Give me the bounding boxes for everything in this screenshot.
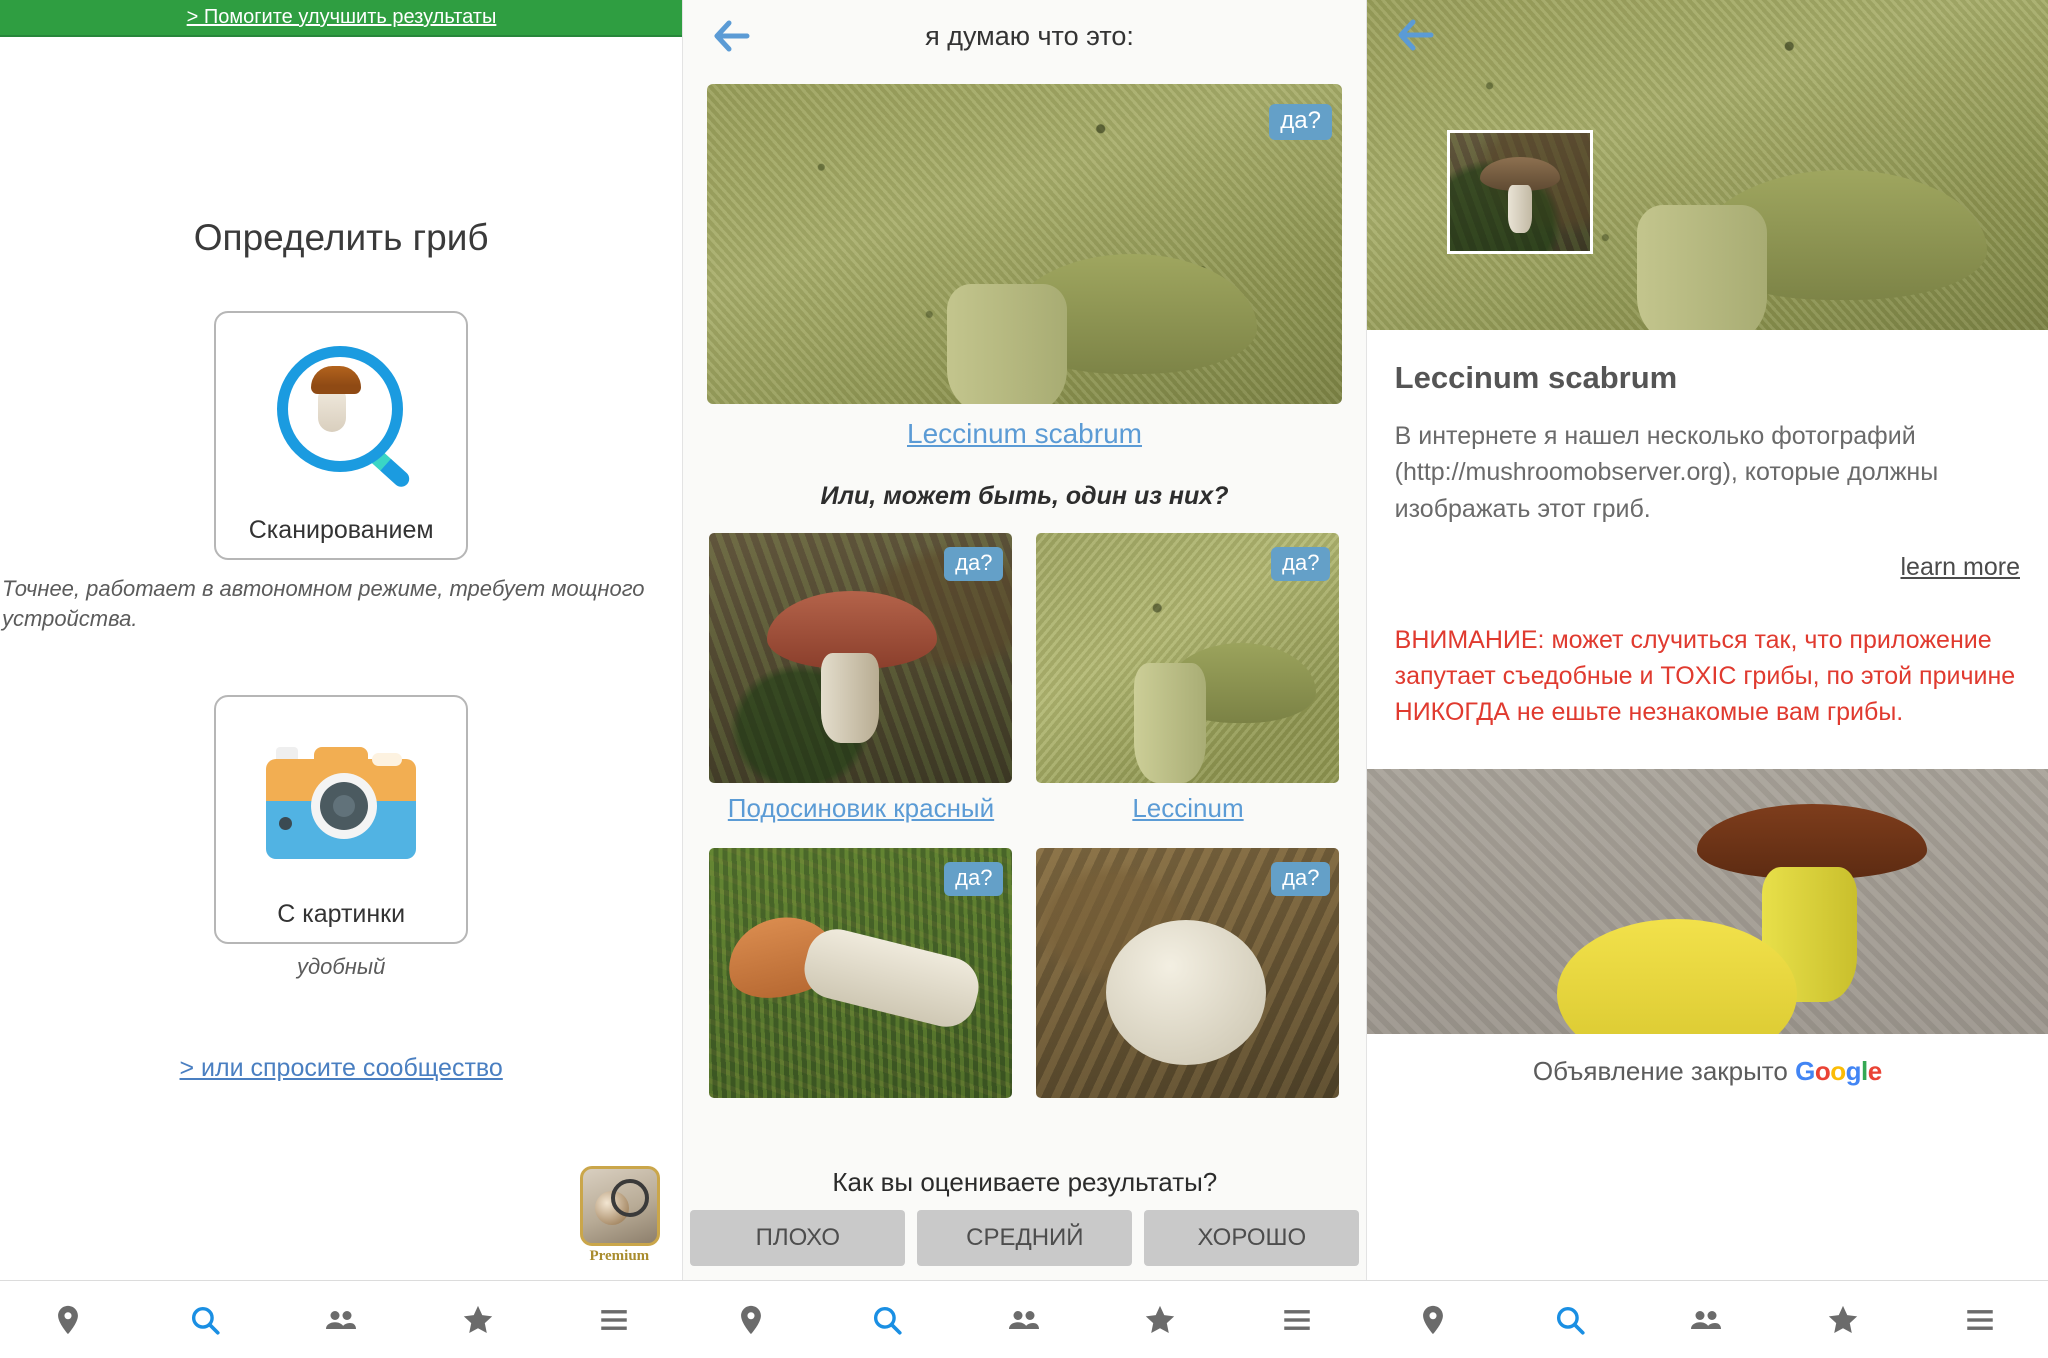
suggestion-panel: я думаю что это: да? Leccinum scabrum Ил… (683, 0, 1367, 1280)
rating-section: Как вы оцениваете результаты? ПЛОХО СРЕД… (683, 1157, 1366, 1280)
details-panel: Leccinum scabrum В интернете я нашел нес… (1366, 0, 2048, 1280)
star-icon[interactable] (443, 1290, 513, 1350)
species-description: В интернете я нашел несколько фотографий… (1394, 422, 1939, 523)
candidate-caption-link[interactable]: Подосиновик красный (709, 793, 1012, 824)
ad-closed-text: Объявление закрыто (1532, 1055, 1788, 1086)
rating-buttons: ПЛОХО СРЕДНИЙ ХОРОШО (683, 1210, 1365, 1266)
hero-yes-badge[interactable]: да? (1269, 104, 1332, 140)
rating-medium-button[interactable]: СРЕДНИЙ (917, 1210, 1133, 1266)
picture-option-note: удобный (297, 954, 386, 980)
candidate-photo[interactable]: да? (709, 533, 1013, 783)
back-arrow-icon[interactable] (707, 13, 753, 59)
rating-question: Как вы оцениваете результаты? (832, 1167, 1218, 1197)
candidate-photo[interactable]: да? (1036, 533, 1340, 783)
location-pin-icon[interactable] (1398, 1290, 1468, 1350)
star-icon[interactable] (1808, 1290, 1878, 1350)
navbar-group (0, 1281, 683, 1358)
ad-closed-note: Объявление закрыто Google (1367, 1034, 2048, 1087)
candidate-item: да? (1036, 848, 1340, 1098)
google-logo: Google (1795, 1055, 1882, 1086)
details-body: Leccinum scabrum В интернете я нашел нес… (1367, 330, 2048, 731)
candidate-yes-badge[interactable]: да? (944, 547, 1004, 581)
premium-badge[interactable]: Premium (580, 1166, 661, 1265)
suggestion-title: я думаю что это: (925, 20, 1134, 51)
menu-icon[interactable] (1262, 1290, 1332, 1350)
picture-option-label: С картинки (277, 900, 406, 929)
location-pin-icon[interactable] (33, 1290, 103, 1350)
star-icon[interactable] (1125, 1290, 1195, 1350)
mushroom-thumbnail[interactable] (1446, 130, 1593, 254)
ask-community-link[interactable]: > или спросите сообщество (0, 1054, 682, 1083)
navbar-group (683, 1281, 1366, 1358)
camera-icon (216, 715, 466, 885)
menu-icon[interactable] (579, 1290, 649, 1350)
navbar-group (1365, 1281, 2048, 1358)
search-icon[interactable] (170, 1290, 240, 1350)
menu-icon[interactable] (1945, 1290, 2015, 1350)
alternatives-prompt: Или, может быть, один из них? (820, 482, 1229, 510)
picture-option-card[interactable]: С картинки (214, 695, 469, 945)
candidate-item: да? (709, 848, 1013, 1098)
panels-row: > Помогите улучшить результаты Определит… (0, 0, 2048, 1280)
app-root: > Помогите улучшить результаты Определит… (0, 0, 2048, 1358)
candidate-photo[interactable]: да? (1036, 848, 1340, 1098)
learn-more-link[interactable]: learn more (1395, 553, 2020, 582)
search-icon[interactable] (852, 1290, 922, 1350)
hero-species-link[interactable]: Leccinum scabrum (683, 418, 1365, 450)
scan-option-card[interactable]: Сканированием (214, 311, 469, 560)
people-icon[interactable] (306, 1290, 376, 1350)
details-hero-photo (1366, 0, 2048, 330)
improve-results-link[interactable]: > Помогите улучшить результаты (187, 6, 497, 29)
premium-label: Premium (589, 1248, 650, 1264)
candidates-grid: да? Подосиновик красный да? Leccinum да?… (683, 533, 1365, 1098)
improve-results-banner[interactable]: > Помогите улучшить результаты (0, 0, 683, 37)
magnifier-mushroom-icon (216, 331, 466, 501)
species-title: Leccinum scabrum (1394, 360, 1678, 395)
people-icon[interactable] (989, 1290, 1059, 1350)
candidate-yes-badge[interactable]: да? (944, 862, 1004, 896)
toxicity-warning: ВНИМАНИЕ: может случиться так, что прило… (1394, 625, 2016, 727)
candidate-photo[interactable]: да? (709, 848, 1013, 1098)
bottom-navbar (0, 1280, 2048, 1358)
candidate-item: да? Leccinum (1036, 533, 1340, 824)
candidate-yes-badge[interactable]: да? (1271, 547, 1331, 581)
rating-good-button[interactable]: ХОРОШО (1144, 1210, 1360, 1266)
suggestion-header: я думаю что это: (683, 0, 1366, 72)
page-title: Определить гриб (193, 217, 489, 258)
rating-bad-button[interactable]: ПЛОХО (690, 1210, 906, 1266)
candidate-yes-badge[interactable]: да? (1271, 862, 1331, 896)
ad-photo[interactable] (1366, 768, 2048, 1034)
scan-option-note: Точнее, работает в автономном режиме, тр… (2, 576, 645, 631)
hero-photo[interactable]: да? (706, 84, 1342, 404)
back-arrow-icon[interactable] (1391, 12, 1437, 63)
premium-tile-icon (580, 1166, 661, 1246)
people-icon[interactable] (1671, 1290, 1741, 1350)
location-pin-icon[interactable] (716, 1290, 786, 1350)
scan-option-label: Сканированием (248, 516, 434, 544)
search-icon[interactable] (1535, 1290, 1605, 1350)
identify-panel: > Помогите улучшить результаты Определит… (0, 0, 684, 1280)
candidate-caption-link[interactable]: Leccinum (1036, 793, 1339, 824)
candidate-item: да? Подосиновик красный (709, 533, 1013, 824)
